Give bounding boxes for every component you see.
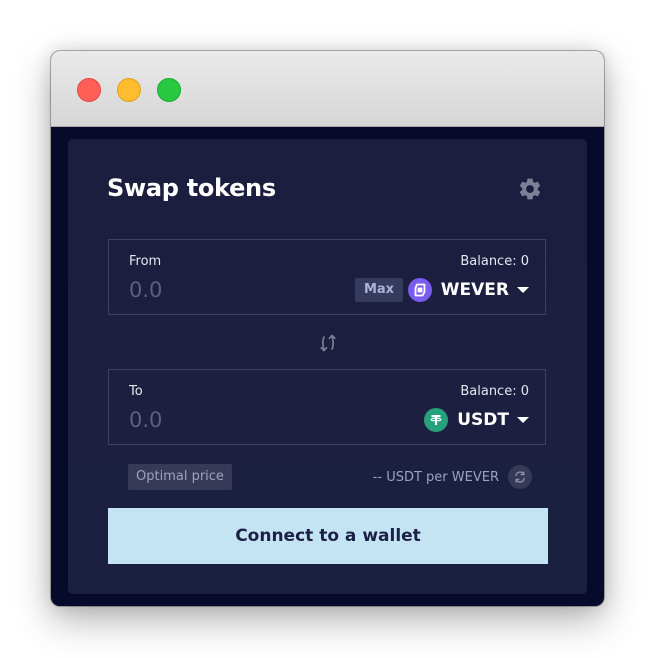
from-token-select[interactable]: WEVER bbox=[407, 277, 529, 303]
minimize-window-button[interactable] bbox=[117, 78, 141, 102]
to-field: To Balance: 0 USDT bbox=[108, 369, 546, 445]
app-content: Swap tokens From Balance: 0 Max bbox=[51, 127, 604, 606]
optimal-price-badge: Optimal price bbox=[128, 464, 232, 490]
chevron-down-icon bbox=[517, 417, 529, 423]
to-token-select[interactable]: USDT bbox=[424, 407, 529, 433]
connect-wallet-button[interactable]: Connect to a wallet bbox=[108, 508, 548, 564]
wever-icon bbox=[407, 278, 432, 302]
to-balance: Balance: 0 bbox=[460, 384, 529, 399]
tether-icon bbox=[424, 408, 449, 432]
exchange-rate: -- USDT per WEVER bbox=[372, 470, 499, 485]
title-bar bbox=[51, 51, 604, 127]
from-amount-input[interactable] bbox=[129, 278, 279, 302]
from-field: From Balance: 0 Max WEVER bbox=[108, 239, 546, 315]
swap-title: Swap tokens bbox=[107, 174, 276, 202]
from-token-name: WEVER bbox=[440, 280, 509, 300]
to-token-name: USDT bbox=[457, 410, 509, 430]
from-label: From bbox=[129, 254, 162, 269]
gear-icon[interactable] bbox=[517, 176, 543, 202]
app-window: Swap tokens From Balance: 0 Max bbox=[51, 51, 604, 606]
chevron-down-icon bbox=[517, 287, 529, 293]
maximize-window-button[interactable] bbox=[157, 78, 181, 102]
from-balance: Balance: 0 bbox=[460, 254, 529, 269]
refresh-icon[interactable] bbox=[508, 465, 532, 489]
to-amount-input[interactable] bbox=[129, 408, 279, 432]
to-label: To bbox=[129, 384, 143, 399]
close-window-button[interactable] bbox=[77, 78, 101, 102]
max-button[interactable]: Max bbox=[355, 278, 403, 302]
swap-arrows-icon[interactable] bbox=[316, 331, 340, 355]
swap-card: Swap tokens From Balance: 0 Max bbox=[68, 139, 587, 594]
